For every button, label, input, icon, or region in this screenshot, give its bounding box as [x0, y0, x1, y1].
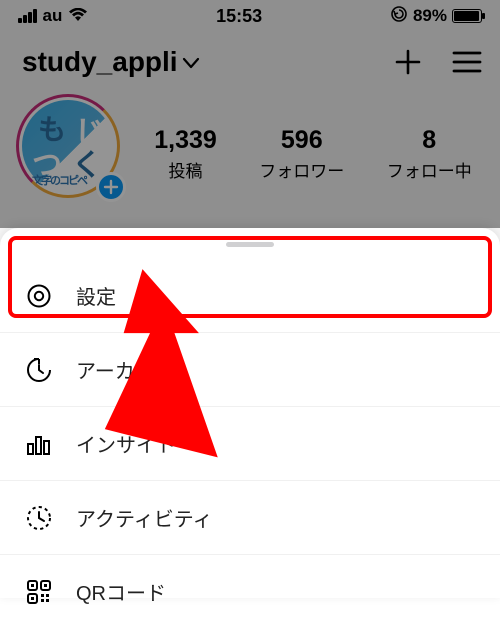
menu-item-label: アクティビティ: [76, 503, 213, 532]
sheet-grabber[interactable]: [226, 242, 274, 247]
bar-chart-icon: [24, 430, 54, 458]
menu-item-label: アーカイブ: [76, 355, 175, 384]
menu-item-label: インサイト: [76, 429, 176, 458]
menu-item-label: QRコード: [76, 577, 166, 606]
menu-item-archive[interactable]: アーカイブ: [0, 333, 500, 407]
modal-backdrop[interactable]: [0, 0, 500, 228]
bottom-sheet: 設定 アーカイブ インサイト アクティビティ QRコード: [0, 228, 500, 598]
menu-item-insights[interactable]: インサイト: [0, 407, 500, 481]
menu-item-settings[interactable]: 設定: [0, 259, 500, 333]
menu-item-activity[interactable]: アクティビティ: [0, 481, 500, 555]
qrcode-icon: [24, 578, 54, 606]
menu-item-label: 設定: [76, 281, 116, 310]
menu-item-qrcode[interactable]: QRコード: [0, 555, 500, 628]
archive-icon: [24, 356, 54, 384]
activity-icon: [24, 504, 54, 532]
gear-icon: [24, 282, 54, 310]
